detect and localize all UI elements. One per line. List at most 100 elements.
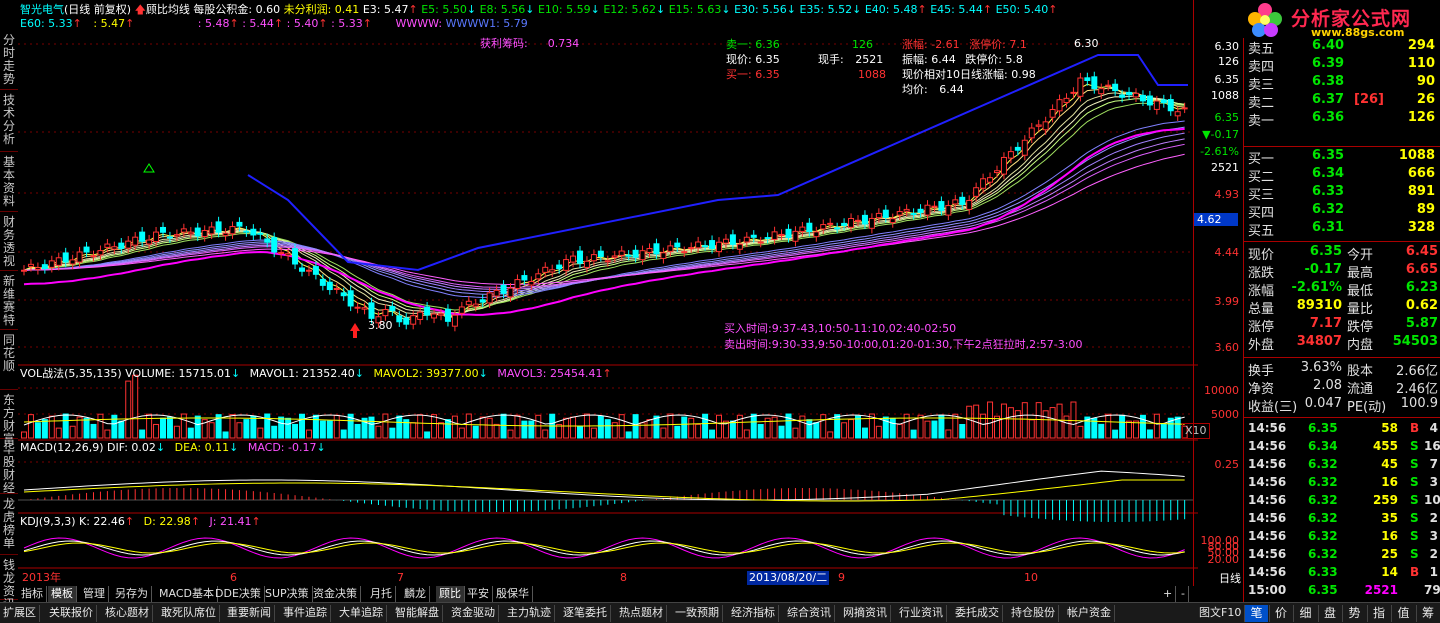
candle-body bbox=[55, 257, 62, 266]
undist-value: 未分利润: 0.41 bbox=[283, 3, 360, 16]
volume-bar bbox=[90, 423, 97, 439]
left-tab-4[interactable]: 新维赛特 bbox=[0, 273, 18, 330]
sell-row-1[interactable]: 卖四 6.39 110 bbox=[1244, 56, 1440, 75]
volume-bar bbox=[959, 424, 966, 439]
candle-body bbox=[966, 199, 973, 210]
function-tab-4[interactable]: 重要新闻 bbox=[224, 605, 275, 622]
indicator-tab-7[interactable]: 资金决策 bbox=[310, 586, 361, 602]
function-tab-10[interactable]: 逐笔委托 bbox=[560, 605, 611, 622]
function-tab-6[interactable]: 大单追踪 bbox=[336, 605, 387, 622]
indicator-tab-1[interactable]: 模板 bbox=[48, 586, 77, 602]
volume-bar bbox=[778, 425, 785, 439]
candle-body bbox=[889, 218, 896, 224]
e35-value: E35: 5.52 bbox=[799, 3, 853, 16]
period-button[interactable]: 日线 bbox=[1219, 570, 1241, 586]
indicator-tab-11[interactable]: 平安 bbox=[464, 586, 493, 602]
candle-body bbox=[201, 229, 208, 238]
left-tab-2[interactable]: 基本资料 bbox=[0, 154, 18, 212]
candle-body bbox=[173, 234, 180, 237]
function-tab-17[interactable]: 委托成交 bbox=[952, 605, 1003, 622]
volume-bar bbox=[514, 414, 521, 439]
fin-row-0: 换手 3.63% 股本 2.66亿 bbox=[1248, 360, 1438, 379]
detail-tab-3[interactable]: 盘 bbox=[1317, 605, 1342, 622]
function-tab-12[interactable]: 一致预期 bbox=[672, 605, 723, 622]
indicator-tab-2[interactable]: 管理 bbox=[80, 586, 109, 602]
candle-body bbox=[604, 260, 611, 263]
buy-row-4[interactable]: 买五 6.31 328 bbox=[1244, 220, 1440, 239]
buy-row-1[interactable]: 买二 6.34 666 bbox=[1244, 166, 1440, 185]
left-tab-0[interactable]: 分时走势 bbox=[0, 32, 18, 90]
candle-body bbox=[347, 290, 354, 307]
function-tab-16[interactable]: 行业资讯 bbox=[896, 605, 947, 622]
left-tab-6[interactable]: 东方财富 bbox=[0, 392, 18, 446]
candle-body bbox=[132, 236, 139, 246]
function-tab-15[interactable]: 网摘资讯 bbox=[840, 605, 891, 622]
function-tab-13[interactable]: 经济指标 bbox=[728, 605, 779, 622]
candle-body bbox=[69, 259, 76, 265]
buy-row-2[interactable]: 买三 6.33 891 bbox=[1244, 184, 1440, 203]
detail-tab-1[interactable]: 价 bbox=[1268, 605, 1293, 622]
function-tab-0[interactable]: 扩展区 bbox=[0, 605, 40, 622]
candle-body bbox=[973, 187, 980, 197]
sell-row-3[interactable]: 卖二 6.37 [26] 26 bbox=[1244, 92, 1440, 111]
volume-bar bbox=[535, 414, 542, 439]
function-tab-5[interactable]: 事件追踪 bbox=[280, 605, 331, 622]
function-tab-3[interactable]: 敢死队席位 bbox=[158, 605, 220, 622]
indicator-tab-9[interactable]: 麟龙 bbox=[401, 586, 430, 602]
indicator-tab-12[interactable]: 殷保华 bbox=[493, 586, 533, 602]
sell-row-0[interactable]: 卖五 6.40 294 bbox=[1244, 38, 1440, 57]
detail-tab-6[interactable]: 值 bbox=[1391, 605, 1415, 622]
indicator-tab-5[interactable]: DDE决策 bbox=[212, 586, 265, 602]
function-tab-9[interactable]: 主力轨迹 bbox=[504, 605, 555, 622]
detail-tab-0[interactable]: 笔 bbox=[1244, 605, 1268, 622]
volume-bar bbox=[271, 425, 278, 439]
candle-body bbox=[326, 281, 333, 291]
function-tab-18[interactable]: 持仓股份 bbox=[1008, 605, 1059, 622]
kline-chart-area[interactable]: 智光电气(日线 前复权) 🡅顾比均线 每股公积金: 0.60 未分利润: 0.4… bbox=[18, 0, 1210, 586]
function-tab-8[interactable]: 资金驱动 bbox=[448, 605, 499, 622]
indicator-tab-10[interactable]: 顾比 bbox=[436, 586, 465, 602]
indicator-tab-0[interactable]: 指标 bbox=[18, 586, 47, 602]
detail-tab-2[interactable]: 细 bbox=[1293, 605, 1317, 622]
volume-bar bbox=[577, 425, 583, 439]
left-tab-1[interactable]: 技术分析 bbox=[0, 92, 18, 152]
stock-name[interactable]: 智光电气 bbox=[20, 3, 64, 16]
indicator-tab-6[interactable]: SUP决策 bbox=[262, 586, 313, 602]
sell-row-4[interactable]: 卖一 6.36 126 bbox=[1244, 110, 1440, 129]
buy1-overlay: 买一: 6.35 bbox=[726, 68, 780, 81]
detail-tab-4[interactable]: 势 bbox=[1342, 605, 1366, 622]
candle-body bbox=[417, 311, 424, 320]
function-tab-2[interactable]: 核心题材 bbox=[102, 605, 153, 622]
left-tab-5[interactable]: 同花顺 bbox=[0, 332, 18, 390]
volume-bar bbox=[799, 415, 806, 439]
left-tab-3[interactable]: 财务透视 bbox=[0, 214, 18, 271]
left-tab-7[interactable]: 华股财经 bbox=[0, 441, 18, 495]
function-tab-1[interactable]: 关联报价 bbox=[46, 605, 97, 622]
xaxis-m6: 6 bbox=[230, 571, 237, 584]
zoom-out-button[interactable]: - bbox=[1178, 586, 1189, 602]
function-tab-7[interactable]: 智能解盘 bbox=[392, 605, 443, 622]
indicator-tab-8[interactable]: 月托 bbox=[367, 586, 396, 602]
buy-row-0[interactable]: 买一 6.35 1088 bbox=[1244, 148, 1440, 167]
candle-body bbox=[222, 232, 229, 237]
volume-bar bbox=[521, 420, 528, 439]
left-tab-8[interactable]: 龙虎榜单 bbox=[0, 496, 18, 555]
logo-url[interactable]: www.88gs.com bbox=[1311, 26, 1404, 39]
function-tab-11[interactable]: 热点题材 bbox=[616, 605, 667, 622]
buy-row-3[interactable]: 买四 6.32 89 bbox=[1244, 202, 1440, 221]
function-tab-19[interactable]: 帐户资金 bbox=[1064, 605, 1115, 622]
zoom-in-button[interactable]: + bbox=[1160, 586, 1177, 602]
candle-body bbox=[945, 205, 952, 216]
volume-bar bbox=[1105, 413, 1112, 439]
candle-body bbox=[861, 214, 868, 225]
indicator-tab-3[interactable]: 另存为 bbox=[112, 586, 152, 602]
function-tab-14[interactable]: 综合资讯 bbox=[784, 605, 835, 622]
sell-row-2[interactable]: 卖三 6.38 90 bbox=[1244, 74, 1440, 93]
indicator-tab-4[interactable]: MACD基本 bbox=[156, 586, 218, 602]
detail-tab-5[interactable]: 指 bbox=[1366, 605, 1391, 622]
volume-bar bbox=[625, 431, 632, 439]
f10-button[interactable]: 图文F10 bbox=[1196, 605, 1246, 622]
detail-tab-7[interactable]: 筹 bbox=[1415, 605, 1440, 622]
left-tab-9[interactable]: 钱龙资讯 bbox=[0, 557, 18, 611]
candle-body bbox=[1167, 99, 1174, 112]
